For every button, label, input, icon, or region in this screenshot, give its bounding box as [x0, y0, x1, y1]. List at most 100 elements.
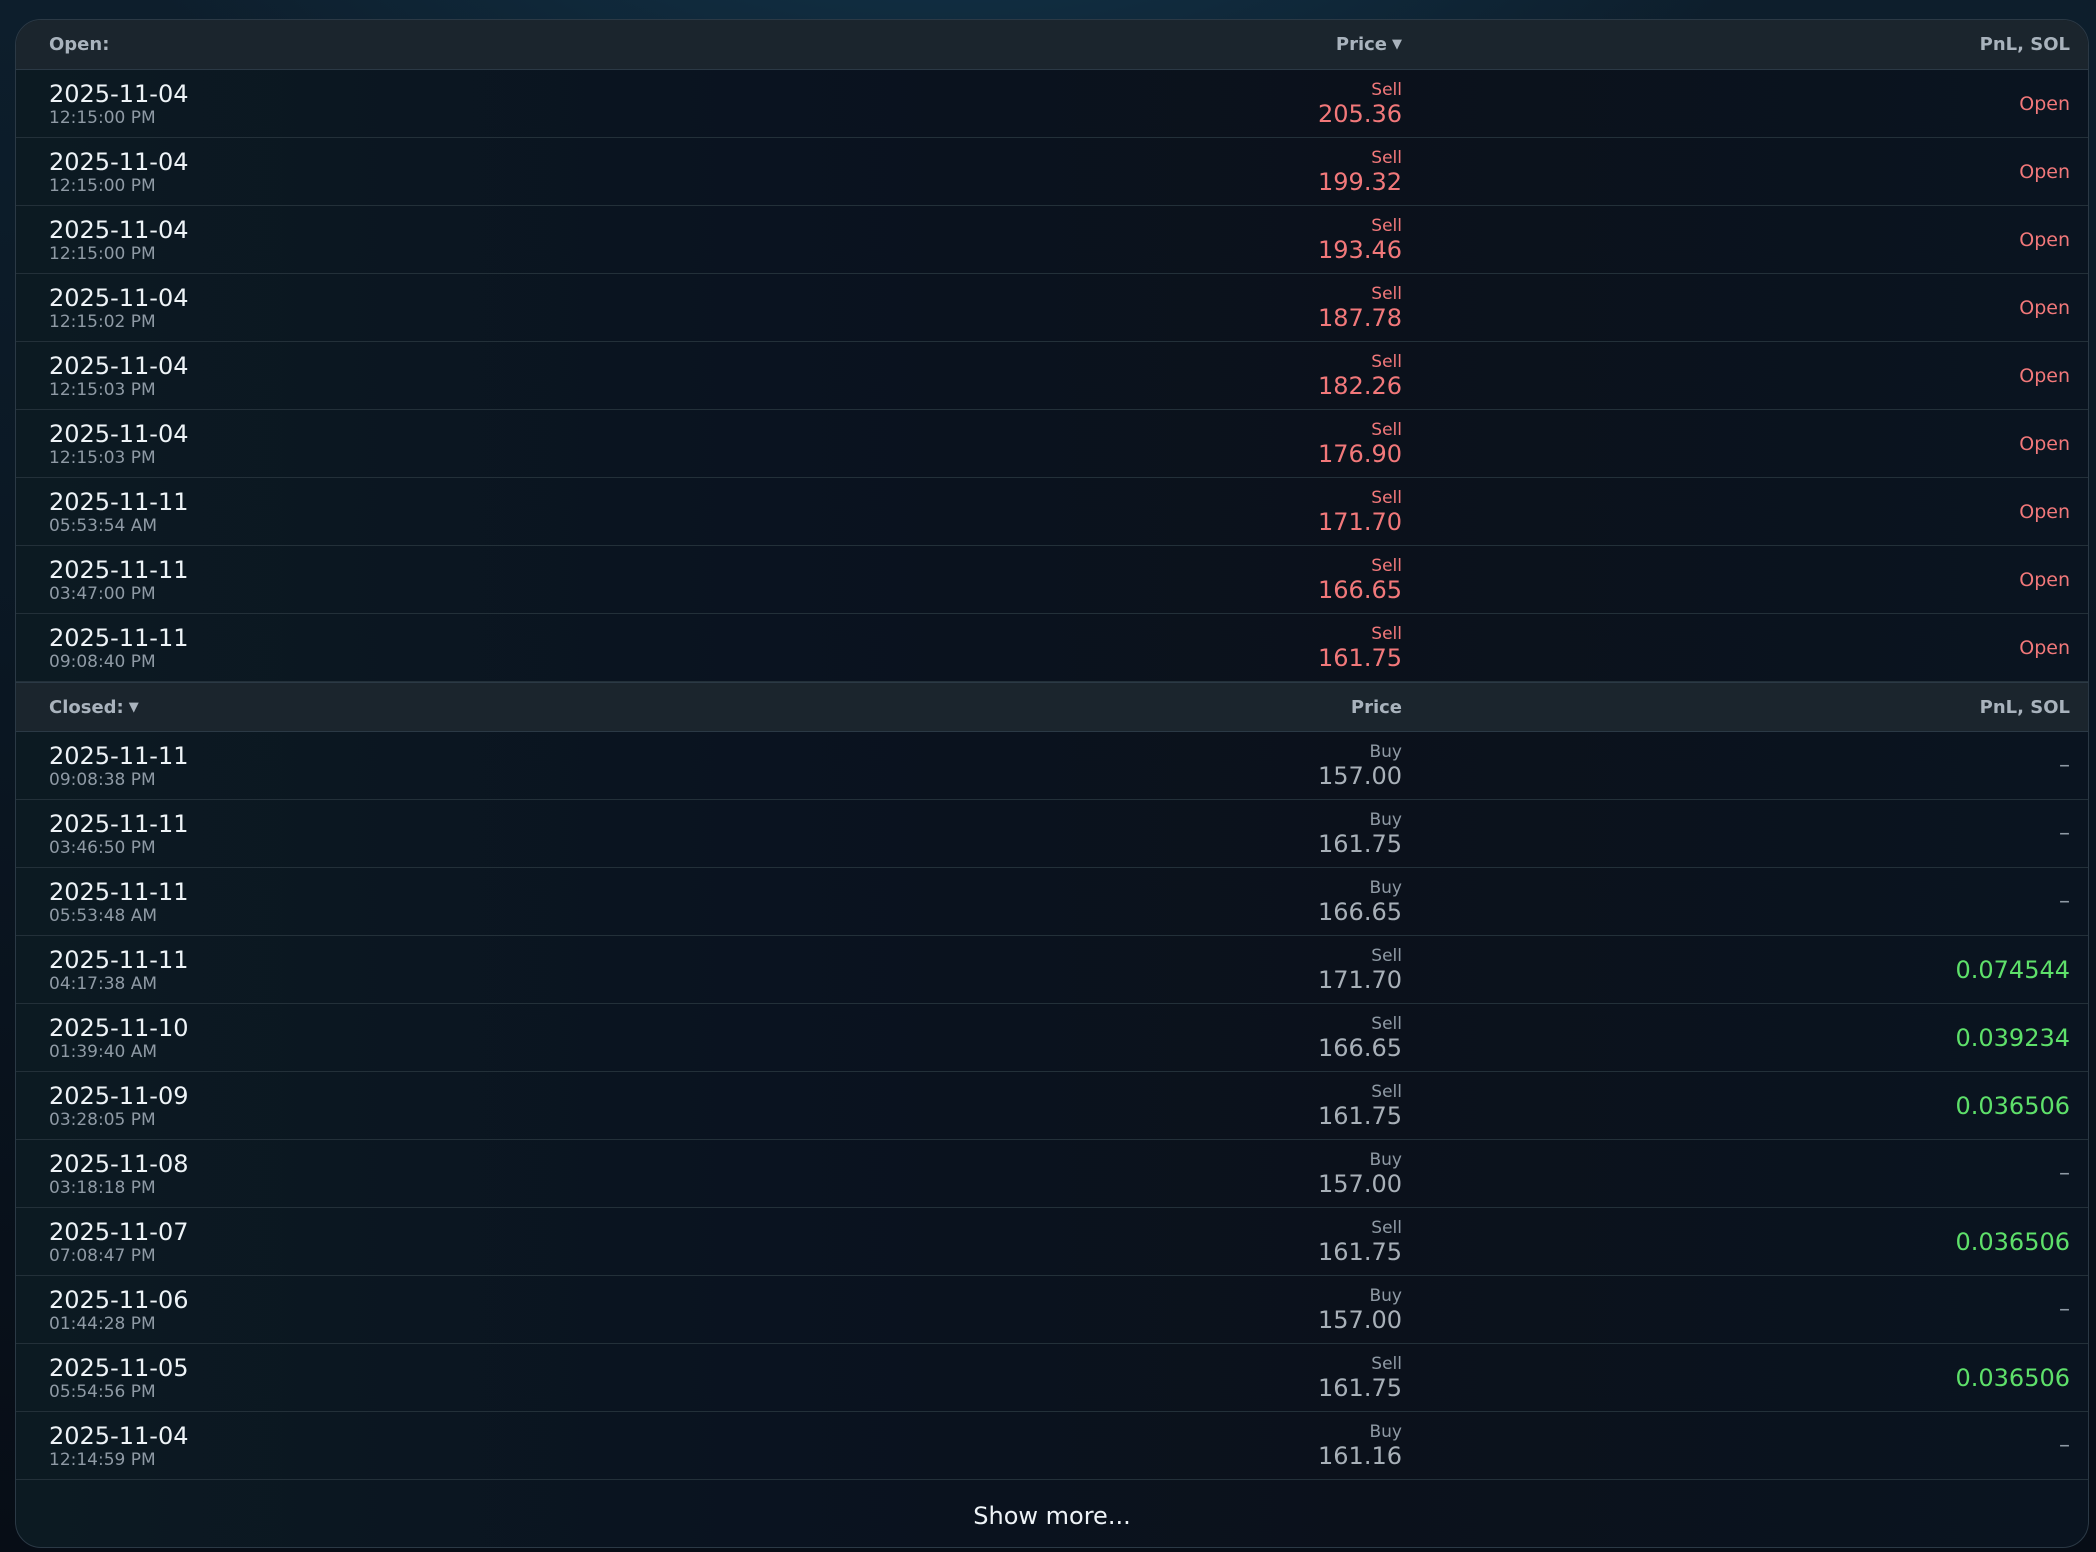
closed-pnl-header: PnL, SOL	[1979, 696, 2070, 718]
trade-pnl-cell: 0.039234	[1402, 1024, 2070, 1052]
table-row[interactable]: 2025-11-08 03:18:18 PM Buy 157.00–	[16, 1140, 2088, 1208]
table-row[interactable]: 2025-11-04 12:14:59 PM Buy 161.16–	[16, 1412, 2088, 1480]
table-row[interactable]: 2025-11-11 04:17:38 AM Sell 171.70 0.074544	[16, 936, 2088, 1004]
trade-price-cell: Buy 157.00	[1030, 742, 1402, 790]
trade-datetime: 2025-11-07 07:08:47 PM	[16, 1218, 1030, 1266]
trade-side: Sell	[1371, 215, 1402, 236]
trade-price: 161.16	[1318, 1441, 1402, 1470]
trade-date: 2025-11-04	[49, 283, 189, 312]
open-pnl-header: PnL, SOL	[1979, 34, 2070, 55]
table-row[interactable]: 2025-11-11 05:53:54 AM Sell 171.70 Open	[16, 478, 2088, 546]
show-more-button[interactable]: Show more...	[16, 1480, 2088, 1547]
trade-time: 12:15:03 PM	[49, 447, 156, 468]
trade-datetime: 2025-11-05 05:54:56 PM	[16, 1354, 1030, 1402]
trade-side: Sell	[1371, 351, 1402, 372]
trade-side: Sell	[1371, 555, 1402, 576]
trade-price-cell: Sell 205.36	[1030, 80, 1402, 128]
trade-datetime: 2025-11-06 01:44:28 PM	[16, 1286, 1030, 1334]
trade-datetime: 2025-11-04 12:15:02 PM	[16, 284, 1030, 332]
table-row[interactable]: 2025-11-11 05:53:48 AM Buy 166.65–	[16, 868, 2088, 936]
table-row[interactable]: 2025-11-11 09:08:40 PM Sell 161.75 Open	[16, 614, 2088, 682]
chevron-down-icon: ▼	[128, 699, 139, 715]
trade-time: 12:15:00 PM	[49, 107, 156, 128]
table-row[interactable]: 2025-11-06 01:44:28 PM Buy 157.00–	[16, 1276, 2088, 1344]
trade-pnl-cell: Open	[1402, 297, 2070, 319]
trade-side: Sell	[1371, 419, 1402, 440]
trade-price: 193.46	[1318, 235, 1402, 264]
trade-price-cell: Sell 171.70	[1030, 488, 1402, 536]
trade-side: Buy	[1369, 1149, 1403, 1170]
table-row[interactable]: 2025-11-04 12:15:03 PM Sell 182.26 Open	[16, 342, 2088, 410]
open-price-sort-header[interactable]: Price ▼	[1030, 34, 1402, 55]
table-row[interactable]: 2025-11-11 03:47:00 PM Sell 166.65 Open	[16, 546, 2088, 614]
trade-pnl-cell: –	[1402, 1297, 2070, 1322]
trade-datetime: 2025-11-10 01:39:40 AM	[16, 1014, 1030, 1062]
trade-price: 161.75	[1318, 1373, 1402, 1402]
table-row[interactable]: 2025-11-11 03:46:50 PM Buy 161.75–	[16, 800, 2088, 868]
trade-time: 04:17:38 AM	[49, 973, 158, 994]
trade-date: 2025-11-04	[49, 147, 189, 176]
trade-time: 09:08:40 PM	[49, 651, 156, 672]
trade-date: 2025-11-04	[49, 351, 189, 380]
trade-pnl-cell: Open	[1402, 229, 2070, 251]
table-row[interactable]: 2025-11-10 01:39:40 AM Sell 166.65 0.039234	[16, 1004, 2088, 1072]
trade-datetime: 2025-11-04 12:14:59 PM	[16, 1422, 1030, 1470]
trade-pnl: –	[2059, 1433, 2070, 1458]
trade-date: 2025-11-04	[49, 215, 189, 244]
trade-datetime: 2025-11-11 09:08:40 PM	[16, 624, 1030, 672]
trade-pnl: –	[2059, 889, 2070, 914]
trade-pnl: 0.036506	[1955, 1091, 2070, 1120]
trade-side: Sell	[1371, 283, 1402, 304]
trade-time: 05:53:48 AM	[49, 905, 158, 926]
trade-datetime: 2025-11-11 03:46:50 PM	[16, 810, 1030, 858]
table-row[interactable]: 2025-11-07 07:08:47 PM Sell 161.75 0.036506	[16, 1208, 2088, 1276]
table-row[interactable]: 2025-11-11 09:08:38 PM Buy 157.00–	[16, 732, 2088, 800]
table-row[interactable]: 2025-11-04 12:15:00 PM Sell 193.46 Open	[16, 206, 2088, 274]
trade-price: 157.00	[1318, 1169, 1402, 1198]
trade-side: Sell	[1371, 147, 1402, 168]
trade-date: 2025-11-11	[49, 741, 189, 770]
table-row[interactable]: 2025-11-04 12:15:02 PM Sell 187.78 Open	[16, 274, 2088, 342]
table-row[interactable]: 2025-11-04 12:15:03 PM Sell 176.90 Open	[16, 410, 2088, 478]
trade-pnl: Open	[2019, 364, 2070, 387]
trade-side: Sell	[1371, 1081, 1402, 1102]
trade-datetime: 2025-11-04 12:15:03 PM	[16, 352, 1030, 400]
trade-pnl-cell: Open	[1402, 501, 2070, 523]
trade-time: 05:54:56 PM	[49, 1381, 156, 1402]
trade-pnl: Open	[2019, 568, 2070, 591]
trade-time: 03:28:05 PM	[49, 1109, 156, 1130]
trade-pnl-cell: Open	[1402, 161, 2070, 183]
trades-panel: Open: Price ▼ PnL, SOL 2025-11-04 12:15:00…	[15, 19, 2089, 1548]
trade-time: 12:15:00 PM	[49, 175, 156, 196]
trade-time: 05:53:54 AM	[49, 515, 158, 536]
trade-pnl-cell: –	[1402, 1433, 2070, 1458]
trade-date: 2025-11-10	[49, 1013, 189, 1042]
trade-side: Sell	[1371, 1217, 1402, 1238]
trade-time: 03:47:00 PM	[49, 583, 156, 604]
trade-time: 01:39:40 AM	[49, 1041, 158, 1062]
trade-pnl: 0.039234	[1955, 1023, 2070, 1052]
trade-price: 171.70	[1318, 507, 1402, 536]
trade-date: 2025-11-06	[49, 1285, 189, 1314]
table-row[interactable]: 2025-11-04 12:15:00 PM Sell 199.32 Open	[16, 138, 2088, 206]
trade-datetime: 2025-11-11 03:47:00 PM	[16, 556, 1030, 604]
trade-pnl: –	[2059, 753, 2070, 778]
open-label: Open:	[49, 34, 110, 55]
trade-date: 2025-11-09	[49, 1081, 189, 1110]
table-row[interactable]: 2025-11-05 05:54:56 PM Sell 161.75 0.036506	[16, 1344, 2088, 1412]
trade-side: Sell	[1371, 1013, 1402, 1034]
closed-toggle[interactable]: Closed: ▼	[16, 697, 1030, 718]
trade-datetime: 2025-11-11 05:53:48 AM	[16, 878, 1030, 926]
trade-pnl: Open	[2019, 500, 2070, 523]
closed-label: Closed:	[49, 696, 124, 718]
table-row[interactable]: 2025-11-04 12:15:00 PM Sell 205.36 Open	[16, 70, 2088, 138]
trade-datetime: 2025-11-09 03:28:05 PM	[16, 1082, 1030, 1130]
trade-price: 157.00	[1318, 761, 1402, 790]
trade-side: Sell	[1371, 1353, 1402, 1374]
trade-side: Buy	[1369, 741, 1403, 762]
table-row[interactable]: 2025-11-09 03:28:05 PM Sell 161.75 0.036506	[16, 1072, 2088, 1140]
trade-time: 03:46:50 PM	[49, 837, 156, 858]
trade-side: Buy	[1369, 1285, 1403, 1306]
trade-pnl: 0.074544	[1955, 955, 2070, 984]
trade-price: 171.70	[1318, 965, 1402, 994]
